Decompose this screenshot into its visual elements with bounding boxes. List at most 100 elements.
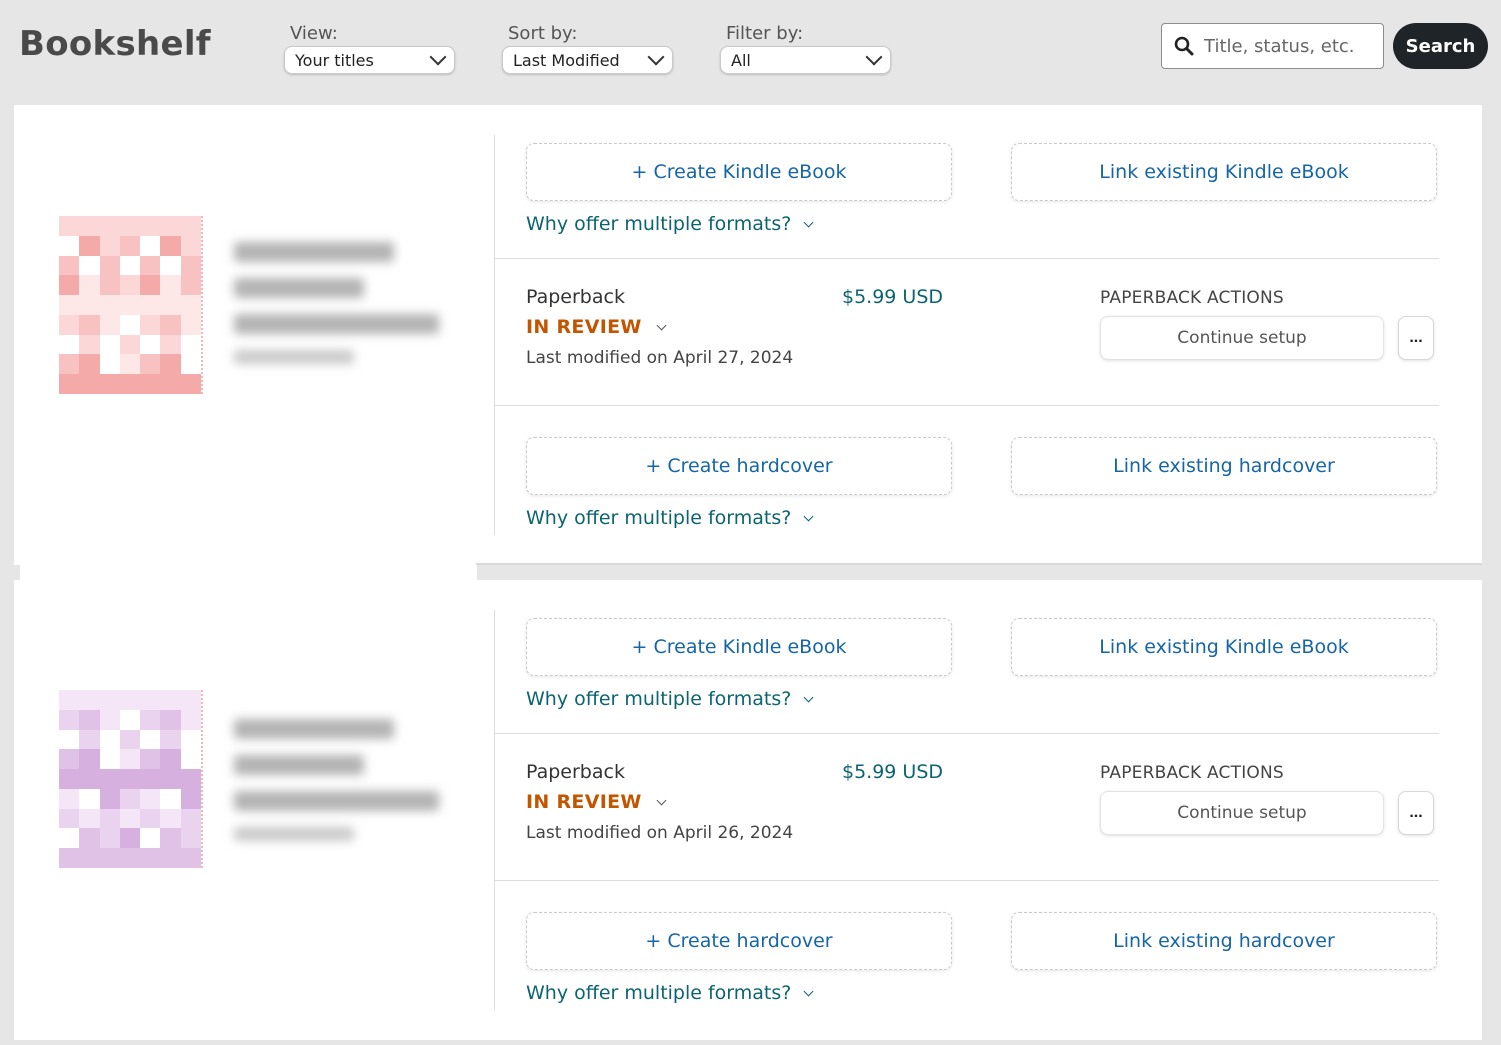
link-hardcover-button[interactable]: Link existing hardcover xyxy=(1011,437,1437,495)
cover-pixel xyxy=(99,374,120,394)
cover-pixel xyxy=(180,749,201,770)
cover-pixel xyxy=(140,314,161,335)
continue-setup-button[interactable]: Continue setup xyxy=(1100,316,1384,360)
continue-setup-button[interactable]: Continue setup xyxy=(1100,791,1384,835)
cover-pixel xyxy=(79,354,100,375)
cover-pixel xyxy=(180,808,201,829)
cover-pixel xyxy=(59,374,80,394)
cover-pixel xyxy=(79,709,100,730)
cover-pixel xyxy=(119,848,141,868)
cover-pixel xyxy=(119,769,141,789)
cover-pixel xyxy=(99,690,120,710)
chevron-down-icon xyxy=(803,511,814,521)
cover-pixel xyxy=(99,848,120,868)
price-text: $5.99 USD xyxy=(842,286,944,308)
search-button[interactable]: Search xyxy=(1393,23,1488,69)
cover-pixel xyxy=(59,808,80,829)
status-badge[interactable]: IN REVIEW xyxy=(526,316,667,338)
sort-selected-value: Last Modified xyxy=(513,50,620,70)
cover-pixel xyxy=(59,690,80,710)
sort-select[interactable]: Last Modified xyxy=(502,46,673,74)
cover-pixel xyxy=(99,295,120,315)
chevron-down-icon xyxy=(656,795,667,805)
cover-pixel xyxy=(160,749,181,770)
cover-pixel xyxy=(79,729,100,750)
cover-pixel xyxy=(180,729,201,750)
cover-pixel xyxy=(119,709,141,730)
cover-pixel xyxy=(59,788,80,809)
last-modified-text: Last modified on April 27, 2024 xyxy=(526,348,794,368)
filter-selected-value: All xyxy=(731,50,751,70)
create-kindle-ebook-button[interactable]: + Create Kindle eBook xyxy=(526,143,952,201)
cover-pixel xyxy=(119,788,141,809)
chevron-down-icon xyxy=(803,692,814,702)
cover-pixel xyxy=(59,729,80,750)
cover-pixel xyxy=(119,235,141,256)
cover-pixel xyxy=(79,749,100,770)
more-options-button[interactable]: ... xyxy=(1398,316,1434,360)
cover-pixel xyxy=(180,374,201,394)
cover-pixel xyxy=(59,749,80,770)
cover-pixel xyxy=(59,295,80,315)
cover-pixel xyxy=(140,769,161,789)
why-multiple-formats-link[interactable]: Why offer multiple formats? xyxy=(526,982,814,1004)
status-badge[interactable]: IN REVIEW xyxy=(526,791,667,813)
cover-pixel xyxy=(160,255,181,276)
cover-pixel xyxy=(99,808,120,829)
link-hardcover-button[interactable]: Link existing hardcover xyxy=(1011,912,1437,970)
cover-pixel xyxy=(59,314,80,335)
search-input[interactable] xyxy=(1202,34,1376,58)
create-kindle-ebook-button[interactable]: + Create Kindle eBook xyxy=(526,618,952,676)
why-multiple-formats-label: Why offer multiple formats? xyxy=(526,213,792,235)
cover-pixel xyxy=(119,749,141,770)
cover-pixel xyxy=(119,354,141,375)
cover-pixel xyxy=(140,749,161,770)
why-multiple-formats-link[interactable]: Why offer multiple formats? xyxy=(526,688,814,710)
cover-pixel xyxy=(140,354,161,375)
cover-pixel xyxy=(160,235,181,256)
cover-pixel xyxy=(160,374,181,394)
cover-pixel xyxy=(99,216,120,236)
link-kindle-ebook-button[interactable]: Link existing Kindle eBook xyxy=(1011,143,1437,201)
cover-pixel xyxy=(160,354,181,375)
cover-pixel xyxy=(180,314,201,335)
cover-pixel xyxy=(79,808,100,829)
cover-pixel xyxy=(79,255,100,276)
cover-pixel xyxy=(79,788,100,809)
more-options-button[interactable]: ... xyxy=(1398,791,1434,835)
cover-pixel xyxy=(180,216,201,236)
create-hardcover-button[interactable]: + Create hardcover xyxy=(526,912,952,970)
filter-control: Filter by: All xyxy=(720,23,891,74)
cover-pixel xyxy=(119,314,141,335)
create-hardcover-button[interactable]: + Create hardcover xyxy=(526,437,952,495)
cover-pixel xyxy=(119,275,141,296)
cover-pixel xyxy=(99,334,120,355)
cover-pixel xyxy=(59,709,80,730)
section-divider xyxy=(495,405,1439,406)
column-divider xyxy=(494,610,495,1010)
last-modified-text: Last modified on April 26, 2024 xyxy=(526,823,794,843)
cover-pixel xyxy=(59,769,80,789)
why-multiple-formats-link[interactable]: Why offer multiple formats? xyxy=(526,213,814,235)
view-select[interactable]: Your titles xyxy=(284,46,455,74)
cover-pixel xyxy=(140,334,161,355)
status-label: IN REVIEW xyxy=(526,791,642,813)
chevron-down-icon xyxy=(865,48,883,66)
chevron-down-icon xyxy=(803,217,814,227)
cover-pixel xyxy=(99,749,120,770)
cover-pixel xyxy=(59,216,80,236)
cover-pixel xyxy=(140,255,161,276)
cover-pixel xyxy=(160,788,181,809)
section-divider xyxy=(495,880,1439,881)
cover-pixel xyxy=(140,848,161,868)
cover-pixel xyxy=(180,690,201,710)
cover-pixel xyxy=(79,314,100,335)
book-cover-image xyxy=(59,690,203,868)
cover-pixel xyxy=(180,255,201,276)
link-kindle-ebook-button[interactable]: Link existing Kindle eBook xyxy=(1011,618,1437,676)
cover-pixel xyxy=(119,295,141,315)
cover-pixel xyxy=(160,314,181,335)
why-multiple-formats-link[interactable]: Why offer multiple formats? xyxy=(526,507,814,529)
filter-select[interactable]: All xyxy=(720,46,891,74)
cover-pixel xyxy=(140,808,161,829)
